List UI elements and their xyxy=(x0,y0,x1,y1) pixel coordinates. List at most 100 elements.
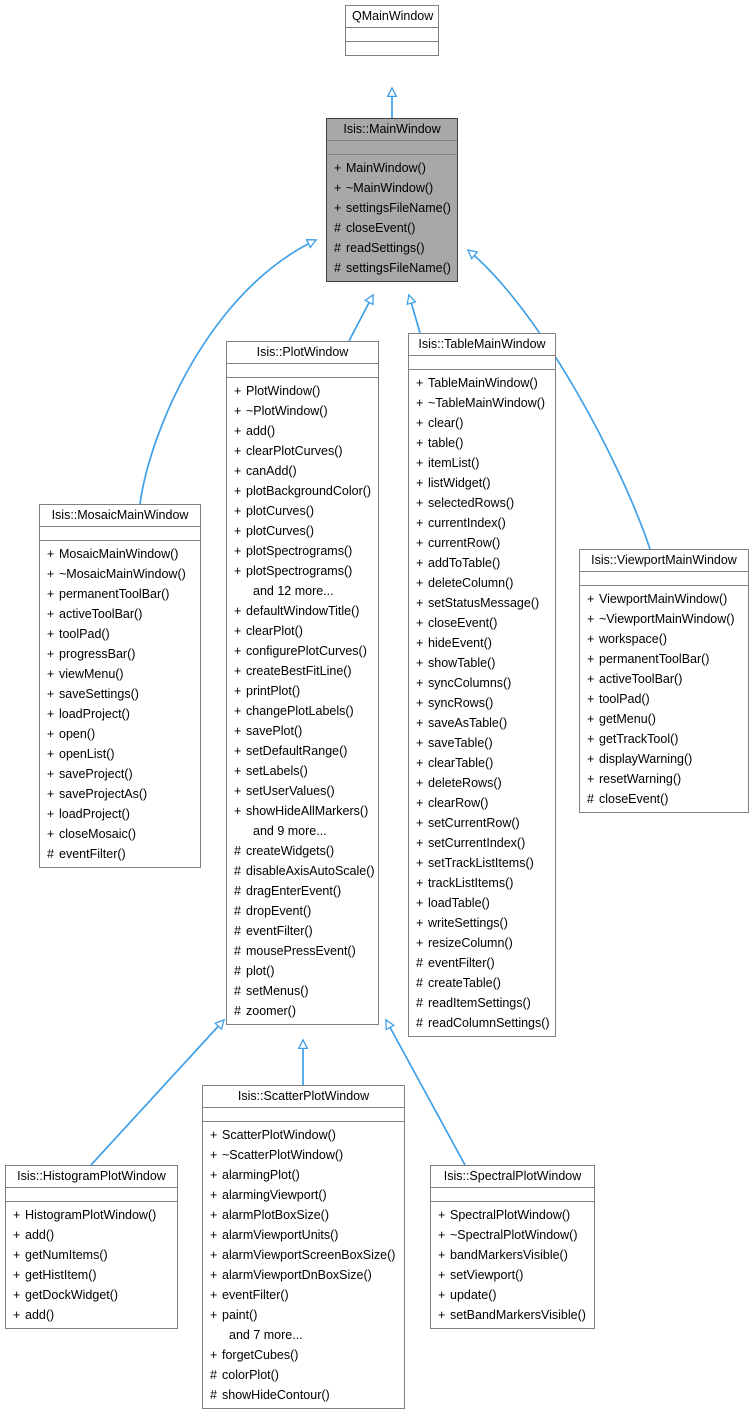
uml-visibility-marker: + xyxy=(416,416,424,430)
uml-method-row: + showTable() xyxy=(409,653,555,673)
uml-visibility-marker: # xyxy=(587,792,594,806)
uml-method-row: + setDefaultRange() xyxy=(227,741,378,761)
uml-method-label: eventFilter() xyxy=(59,847,126,861)
uml-visibility-marker: + xyxy=(416,616,424,630)
uml-visibility-marker: + xyxy=(234,404,242,418)
uml-method-row: + toolPad() xyxy=(40,624,200,644)
uml-visibility-marker: + xyxy=(416,456,424,470)
uml-class-scatterplotwindow[interactable]: Isis::ScatterPlotWindow + ScatterPlotWindo… xyxy=(202,1085,405,1409)
uml-method-label: paint() xyxy=(222,1308,258,1322)
uml-method-label: eventFilter() xyxy=(246,924,313,938)
uml-visibility-marker: + xyxy=(13,1248,21,1262)
uml-method-label: eventFilter() xyxy=(428,956,495,970)
uml-method-row: + alarmViewportScreenBoxSize() xyxy=(203,1245,404,1265)
uml-method-label: plotSpectrograms() xyxy=(246,544,353,558)
uml-visibility-marker: + xyxy=(47,587,55,601)
uml-method-label: ~MainWindow() xyxy=(346,181,434,195)
uml-method-label: closeEvent() xyxy=(428,616,498,630)
uml-visibility-marker: + xyxy=(587,712,595,726)
uml-method-row: + MainWindow() xyxy=(327,158,457,178)
uml-method-row: # zoomer() xyxy=(227,1001,378,1021)
uml-method-row: + ~MosaicMainWindow() xyxy=(40,564,200,584)
uml-method-label: add() xyxy=(25,1308,55,1322)
uml-methods-compartment xyxy=(346,42,438,55)
uml-visibility-marker: + xyxy=(587,692,595,706)
uml-visibility-marker: + xyxy=(234,504,242,518)
uml-class-plotwindow[interactable]: Isis::PlotWindow+ PlotWindow()+ ~PlotWindo… xyxy=(226,341,379,1025)
uml-method-row: + clear() xyxy=(409,413,555,433)
uml-method-row: + alarmPlotBoxSize() xyxy=(203,1205,404,1225)
uml-visibility-marker: # xyxy=(234,864,241,878)
uml-method-row: + bandMarkersVisible() xyxy=(431,1245,594,1265)
uml-method-label: clearTable() xyxy=(428,756,494,770)
uml-visibility-marker: + xyxy=(234,644,242,658)
uml-method-label: getNumItems() xyxy=(25,1248,108,1262)
uml-method-label: clearPlotCurves() xyxy=(246,444,343,458)
uml-visibility-marker: + xyxy=(234,524,242,538)
uml-attributes-compartment xyxy=(431,1188,594,1202)
uml-method-row: # dropEvent() xyxy=(227,901,378,921)
uml-class-title: Isis::ViewportMainWindow xyxy=(580,550,748,572)
uml-method-row: + alarmingPlot() xyxy=(203,1165,404,1185)
uml-method-row: + syncColumns() xyxy=(409,673,555,693)
uml-visibility-marker: + xyxy=(587,732,595,746)
uml-method-label: ~SpectralPlotWindow() xyxy=(450,1228,578,1242)
uml-method-label: plotCurves() xyxy=(246,504,315,518)
uml-visibility-marker: + xyxy=(416,916,424,930)
uml-method-row: + setViewport() xyxy=(431,1265,594,1285)
uml-method-label: createBestFitLine() xyxy=(246,664,352,678)
uml-method-row: + closeMosaic() xyxy=(40,824,200,844)
uml-method-row: + SpectralPlotWindow() xyxy=(431,1205,594,1225)
uml-visibility-marker: + xyxy=(416,776,424,790)
uml-method-row: + getNumItems() xyxy=(6,1245,177,1265)
uml-class-mosaicmainwindow[interactable]: Isis::MosaicMainWindow + MosaicMainWindow(… xyxy=(39,504,201,868)
uml-method-row: + activeToolBar() xyxy=(580,669,748,689)
uml-visibility-marker: + xyxy=(416,836,424,850)
uml-visibility-marker: + xyxy=(416,856,424,870)
uml-class-title: Isis::PlotWindow xyxy=(227,342,378,364)
uml-method-label: alarmPlotBoxSize() xyxy=(222,1208,329,1222)
uml-method-row: # colorPlot() xyxy=(203,1365,404,1385)
uml-visibility-marker: + xyxy=(47,627,55,641)
uml-class-title: Isis::HistogramPlotWindow xyxy=(6,1166,177,1188)
uml-method-label: ViewportMainWindow() xyxy=(599,592,728,606)
uml-class-viewportmainwindow[interactable]: Isis::ViewportMainWindow+ ViewportMainWin… xyxy=(579,549,749,813)
uml-method-label: ~MosaicMainWindow() xyxy=(59,567,186,581)
uml-class-title: Isis::MainWindow xyxy=(327,119,457,141)
uml-method-label: plot() xyxy=(246,964,275,978)
uml-method-row: + getDockWidget() xyxy=(6,1285,177,1305)
uml-method-label: getDockWidget() xyxy=(25,1288,119,1302)
uml-method-row: + loadProject() xyxy=(40,704,200,724)
uml-method-label: MosaicMainWindow() xyxy=(59,547,179,561)
uml-method-label: viewMenu() xyxy=(59,667,124,681)
uml-visibility-marker: + xyxy=(416,876,424,890)
uml-method-label: alarmViewportDnBoxSize() xyxy=(222,1268,372,1282)
uml-visibility-marker: # xyxy=(416,996,423,1010)
uml-method-label: deleteRows() xyxy=(428,776,502,790)
uml-method-label: and 7 more... xyxy=(229,1328,303,1342)
uml-method-row: + setUserValues() xyxy=(227,781,378,801)
uml-method-label: activeToolBar() xyxy=(599,672,683,686)
uml-class-qmainwindow[interactable]: QMainWindow xyxy=(345,5,439,56)
uml-method-label: MainWindow() xyxy=(346,161,426,175)
uml-method-label: ~PlotWindow() xyxy=(246,404,328,418)
uml-method-row: + PlotWindow() xyxy=(227,381,378,401)
uml-class-tablemainwindow[interactable]: Isis::TableMainWindow + TableMainWindow() +… xyxy=(408,333,556,1037)
uml-class-spectralplotwindow[interactable]: Isis::SpectralPlotWindow+ SpectralPlotWin… xyxy=(430,1165,595,1329)
uml-method-row: + ~SpectralPlotWindow() xyxy=(431,1225,594,1245)
uml-method-row: + hideEvent() xyxy=(409,633,555,653)
uml-class-mainwindow[interactable]: Isis::MainWindow + MainWindow() + ~MainWindo… xyxy=(326,118,458,282)
uml-visibility-marker: + xyxy=(47,707,55,721)
uml-method-label: colorPlot() xyxy=(222,1368,279,1382)
uml-visibility-marker: + xyxy=(416,896,424,910)
uml-visibility-marker: + xyxy=(416,676,424,690)
uml-method-label: getHistItem() xyxy=(25,1268,97,1282)
uml-visibility-marker: + xyxy=(416,496,424,510)
uml-method-label: savePlot() xyxy=(246,724,303,738)
uml-attributes-compartment xyxy=(580,572,748,586)
uml-method-row: + viewMenu() xyxy=(40,664,200,684)
uml-visibility-marker: + xyxy=(416,816,424,830)
uml-method-row: + syncRows() xyxy=(409,693,555,713)
uml-class-histogramplotwindow[interactable]: Isis::HistogramPlotWindow + HistogramPlotW… xyxy=(5,1165,178,1329)
uml-class-title: Isis::SpectralPlotWindow xyxy=(431,1166,594,1188)
